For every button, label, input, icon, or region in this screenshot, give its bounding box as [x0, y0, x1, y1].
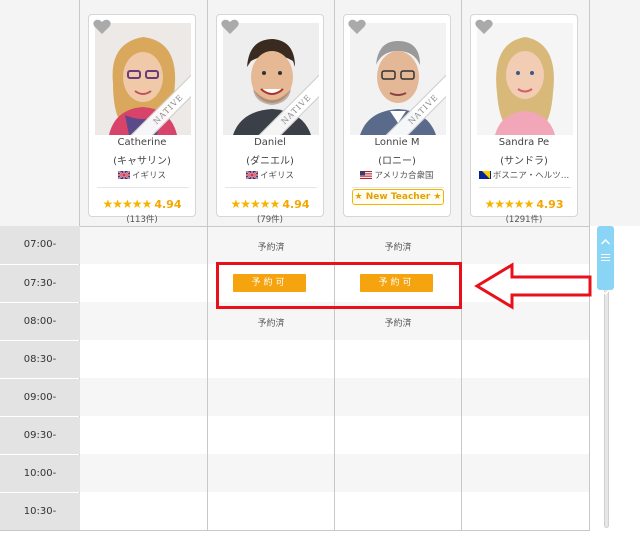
rating: ★★★★★ 4.94: [217, 197, 323, 211]
divider: [352, 187, 444, 188]
teacher-photo[interactable]: NATIVE: [223, 23, 319, 135]
heart-icon[interactable]: [220, 17, 240, 37]
slot-status-booked: 予約済: [384, 319, 412, 329]
teacher-name[interactable]: Daniel: [217, 137, 323, 148]
new-teacher-badge: ★ New Teacher ★: [352, 189, 444, 205]
teacher-name-kana: (ロニー): [378, 156, 416, 167]
teacher-country: イギリス: [89, 169, 195, 181]
divider: [0, 530, 590, 531]
time-slot-label: 10:00-: [0, 455, 80, 492]
chevron-up-icon[interactable]: [600, 230, 611, 245]
slot-status-booked: 予約済: [384, 243, 412, 253]
slot-status-booked: 予約済: [257, 243, 285, 253]
review-count: (79件): [257, 215, 283, 225]
teacher-card-lonnie[interactable]: NATIVE Lonnie M (ロニー) アメリカ合衆国 ★ New Teac…: [343, 14, 451, 217]
time-slot-label: 08:30-: [0, 341, 80, 378]
teacher-name-kana: (キャサリン): [113, 156, 171, 167]
teacher-country: アメリカ合衆国: [344, 169, 450, 181]
uk-flag-icon: [245, 170, 259, 180]
divider: [0, 226, 590, 227]
teacher-country: ボスニア・ヘルツ…: [471, 169, 577, 181]
time-slot-label: 08:00-: [0, 303, 80, 340]
teacher-card-daniel[interactable]: NATIVE Daniel (ダニエル) イギリス ★★★★★ 4.94 (79件…: [216, 14, 324, 225]
teacher-card-sandra[interactable]: Sandra Pe (サンドラ) ボスニア・ヘルツ… ★★★★★ 4.93 (12…: [470, 14, 578, 225]
rating-score: 4.94: [282, 198, 310, 211]
rating: ★★★★★ 4.93: [471, 197, 577, 211]
teacher-name-kana: (サンドラ): [500, 156, 548, 167]
time-slot-label: 07:30-: [0, 265, 80, 302]
star-rating-icon: ★★★★★: [484, 197, 535, 211]
country-name: アメリカ合衆国: [374, 171, 434, 181]
heart-icon[interactable]: [474, 17, 494, 37]
highlight-box: [216, 262, 462, 309]
teacher-name-kana: (ダニエル): [246, 156, 294, 167]
teacher-name[interactable]: Lonnie M: [344, 137, 450, 148]
scrollbar-grip: [601, 254, 610, 255]
divider: [97, 187, 189, 188]
star-rating-icon: ★★★★★: [102, 197, 153, 211]
review-count: (1291件): [505, 215, 543, 225]
teacher-photo[interactable]: NATIVE: [95, 23, 191, 135]
chevron-down-icon[interactable]: [600, 280, 611, 296]
country-name: イギリス: [131, 171, 166, 181]
heart-icon[interactable]: [347, 17, 367, 37]
time-slot-label: 10:30-: [0, 493, 80, 530]
teacher-photo[interactable]: [477, 23, 573, 135]
teacher-photo[interactable]: NATIVE: [350, 23, 446, 135]
scrollbar-thumb[interactable]: [597, 226, 614, 296]
pointer-arrow-icon: [474, 262, 592, 310]
review-count: (113件): [126, 215, 158, 225]
heart-icon[interactable]: [92, 17, 112, 37]
bosnia-flag-icon: [478, 171, 491, 179]
teacher-card-catherine[interactable]: NATIVE Catherine (キャサリン) イギリス ★★★★★ 4.94 …: [88, 14, 196, 225]
rating-score: 4.94: [154, 198, 182, 211]
slot-status-booked: 予約済: [257, 319, 285, 329]
us-flag-icon: [360, 171, 373, 179]
time-column-header: [0, 0, 80, 226]
country-name: イギリス: [259, 171, 294, 181]
country-name: ボスニア・ヘルツ…: [492, 171, 570, 181]
divider: [225, 187, 317, 188]
teacher-country: イギリス: [217, 169, 323, 181]
row-stripe: [80, 378, 590, 416]
teacher-name[interactable]: Sandra Pe: [471, 137, 577, 148]
time-slot-label: 09:30-: [0, 417, 80, 454]
uk-flag-icon: [117, 170, 131, 180]
star-rating-icon: ★★★★★: [230, 197, 281, 211]
column-divider: [207, 0, 208, 531]
time-slot-label: 09:00-: [0, 379, 80, 416]
time-slot-label: 07:00-: [0, 226, 80, 264]
teacher-name[interactable]: Catherine: [89, 137, 195, 148]
rating-score: 4.93: [536, 198, 564, 211]
rating: ★★★★★ 4.94: [89, 197, 195, 211]
row-stripe: [80, 454, 590, 492]
divider: [479, 187, 571, 188]
